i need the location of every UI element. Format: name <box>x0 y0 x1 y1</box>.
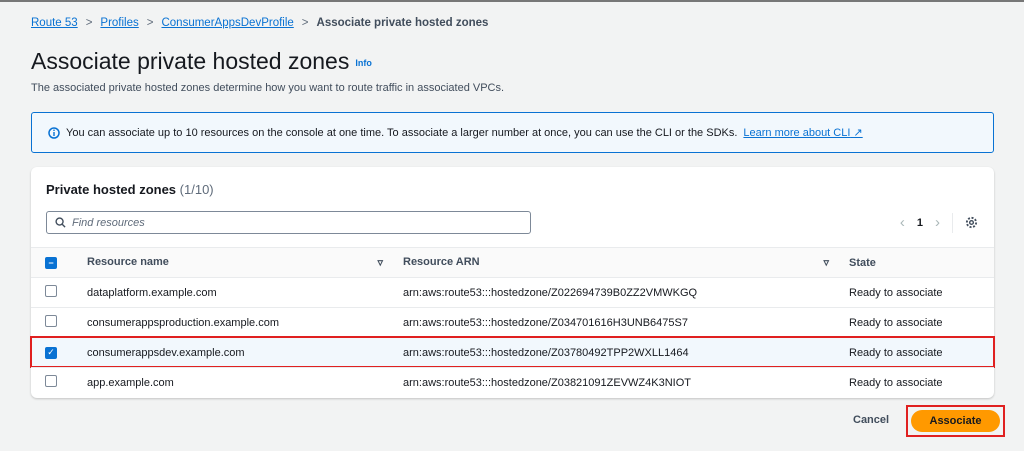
chevron-right-icon: > <box>301 17 309 29</box>
associate-highlight: Associate <box>906 405 1005 437</box>
resource-name: app.example.com <box>87 376 174 389</box>
breadcrumb-profiles[interactable]: Profiles <box>100 17 138 29</box>
gear-icon[interactable] <box>965 216 978 229</box>
resource-name: dataplatform.example.com <box>87 286 217 299</box>
header-resource-arn[interactable]: Resource ARN <box>403 256 480 269</box>
table-header: − Resource name ▿ Resource ARN ▿ State <box>31 247 994 277</box>
breadcrumb-current: Associate private hosted zones <box>316 17 489 29</box>
info-banner: You can associate up to 10 resources on … <box>31 112 994 153</box>
header-state: State <box>849 256 876 269</box>
next-page-icon[interactable]: › <box>935 214 940 231</box>
panel-title-text: Private hosted zones <box>46 182 177 197</box>
resource-name: consumerappsdev.example.com <box>87 346 245 359</box>
search-input[interactable]: Find resources <box>46 211 531 234</box>
hosted-zones-table: − Resource name ▿ Resource ARN ▿ State dat… <box>30 247 995 397</box>
resource-arn: arn:aws:route53:::hostedzone/Z022694739B… <box>403 286 698 299</box>
page-title: Associate private hosted zones Info <box>31 48 372 75</box>
header-resource-name[interactable]: Resource name <box>87 256 169 269</box>
cancel-button[interactable]: Cancel <box>853 414 889 426</box>
info-link[interactable]: Info <box>355 58 372 68</box>
page-number[interactable]: 1 <box>917 217 923 229</box>
associate-button[interactable]: Associate <box>911 410 1000 432</box>
table-row[interactable]: app.example.com arn:aws:route53:::hosted… <box>31 367 994 397</box>
divider <box>952 212 953 233</box>
row-checkbox[interactable]: ✓ <box>45 346 57 359</box>
resource-name: consumerappsproduction.example.com <box>87 316 279 329</box>
resource-state: Ready to associate <box>849 316 943 329</box>
search-placeholder: Find resources <box>72 216 145 229</box>
table-row[interactable]: ✓ consumerappsdev.example.com arn:aws:ro… <box>30 336 995 368</box>
learn-more-label: Learn more about CLI <box>743 127 851 139</box>
breadcrumb: Route 53 > Profiles > ConsumerAppsDevProfi… <box>31 17 488 29</box>
breadcrumb-route53[interactable]: Route 53 <box>31 17 78 29</box>
row-checkbox[interactable] <box>45 315 57 327</box>
resource-arn: arn:aws:route53:::hostedzone/Z03821091ZE… <box>403 376 691 389</box>
table-row[interactable]: consumerappsproduction.example.com arn:a… <box>31 307 994 337</box>
row-checkbox[interactable] <box>45 375 57 387</box>
resource-state: Ready to associate <box>849 346 943 359</box>
page-description: The associated private hosted zones dete… <box>31 82 505 94</box>
banner-text: You can associate up to 10 resources on … <box>66 126 738 139</box>
chevron-right-icon: > <box>85 17 93 29</box>
table-row[interactable]: dataplatform.example.com arn:aws:route53… <box>31 277 994 307</box>
learn-more-cli-link[interactable]: Learn more about CLI ↗ <box>743 126 862 139</box>
pagination: ‹ 1 › <box>900 211 978 234</box>
resource-arn: arn:aws:route53:::hostedzone/Z03780492TP… <box>403 346 689 359</box>
row-checkbox[interactable] <box>45 285 57 297</box>
sort-icon[interactable]: ▿ <box>823 256 829 269</box>
selection-count: (1/10) <box>179 182 214 197</box>
page-title-text: Associate private hosted zones <box>31 48 350 74</box>
select-all-checkbox[interactable]: − <box>45 256 57 269</box>
breadcrumb-profile[interactable]: ConsumerAppsDevProfile <box>161 17 293 29</box>
prev-page-icon[interactable]: ‹ <box>900 214 905 231</box>
external-link-icon: ↗ <box>853 127 863 139</box>
panel-title: Private hosted zones (1/10) <box>46 182 214 197</box>
search-icon <box>55 217 66 228</box>
info-icon <box>48 126 60 139</box>
sort-icon[interactable]: ▿ <box>377 256 383 269</box>
hosted-zones-panel: Private hosted zones (1/10) Find resourc… <box>30 167 995 398</box>
resource-state: Ready to associate <box>849 376 943 389</box>
resource-state: Ready to associate <box>849 286 943 299</box>
resource-arn: arn:aws:route53:::hostedzone/Z034701616H… <box>403 316 688 329</box>
chevron-right-icon: > <box>146 17 154 29</box>
